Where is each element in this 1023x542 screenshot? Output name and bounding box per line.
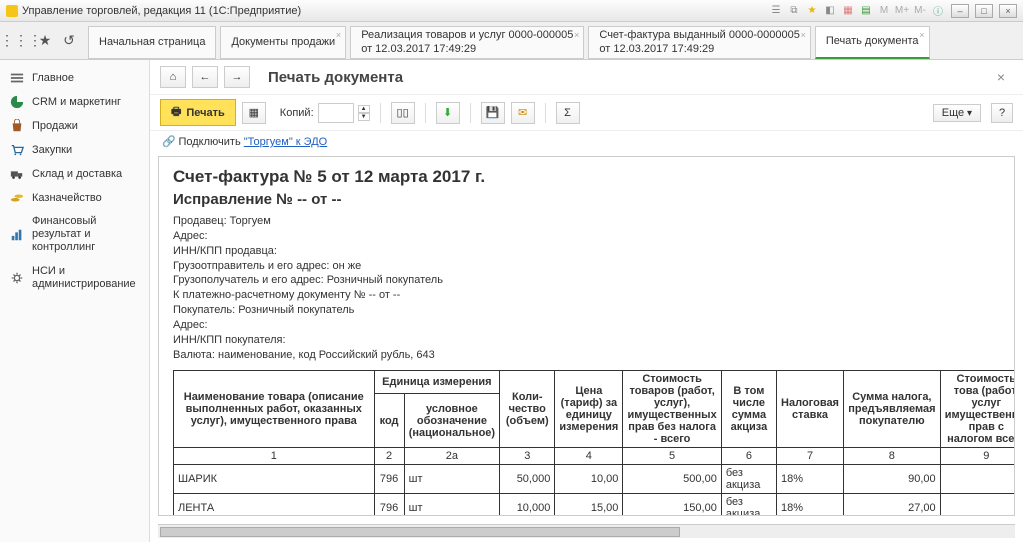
star-icon[interactable]: ★ — [805, 4, 819, 18]
titlebar: Управление торговлей, редакция 11 (1С:Пр… — [0, 0, 1023, 22]
print-button[interactable]: 🖶Печать — [160, 99, 236, 126]
spin-down[interactable]: ▼ — [358, 113, 370, 121]
toolbar: 🖶Печать ▦ Копий: ▲▼ ▯▯ ⬇ 💾 ✉ Σ Еще ▾ ? — [150, 94, 1023, 131]
export-button[interactable]: ⬇ — [436, 102, 460, 124]
copies-input[interactable] — [318, 103, 354, 123]
document-preview: Счет-фактура № 5 от 12 марта 2017 г. Исп… — [158, 156, 1015, 516]
tool-icon[interactable]: M- — [913, 4, 927, 18]
invoice-title: Счет-фактура № 5 от 12 марта 2017 г. — [173, 167, 1000, 187]
sidebar-item-sales[interactable]: Продажи — [0, 114, 149, 138]
tab-realiz[interactable]: Реализация товаров и услуг 0000-000005от… — [350, 26, 584, 59]
scrollbar-horizontal[interactable] — [158, 524, 1015, 538]
tab-print[interactable]: Печать документа× — [815, 26, 930, 59]
star-icon[interactable]: ★ — [36, 32, 54, 50]
tool-icon[interactable]: ⧉ — [787, 4, 801, 18]
preview-button[interactable]: ▦ — [242, 102, 266, 124]
app-icon — [6, 5, 18, 17]
apps-icon[interactable]: ⋮⋮⋮ — [12, 32, 30, 50]
sum-button[interactable]: Σ — [556, 102, 580, 124]
sidebar-item-purchase[interactable]: Закупки — [0, 138, 149, 162]
close-icon[interactable]: × — [336, 30, 341, 41]
sidebar-item-admin[interactable]: НСИ и администрирование — [0, 260, 149, 296]
sidebar-item-crm[interactable]: CRM и маркетинг — [0, 90, 149, 114]
history-icon[interactable]: ↺ — [60, 32, 78, 50]
tool-icon[interactable]: M — [877, 4, 891, 18]
tabstrip: ⋮⋮⋮ ★ ↺ Начальная страница Документы про… — [0, 22, 1023, 60]
tool-icon[interactable]: ⓘ — [931, 4, 945, 18]
tool-icon[interactable]: ▦ — [841, 4, 855, 18]
tab-home[interactable]: Начальная страница — [88, 26, 216, 59]
tool-icon[interactable]: ▤ — [859, 4, 873, 18]
sidebar-item-treasury[interactable]: Казначейство — [0, 186, 149, 210]
close-icon[interactable]: × — [801, 30, 806, 41]
correction-title: Исправление № -- от -- — [173, 191, 1000, 208]
invoice-table: Наименование товара (описание выполненны… — [173, 370, 1015, 516]
edo-link[interactable]: "Торгуем" к ЭДО — [244, 136, 327, 148]
tool-icon[interactable]: M+ — [895, 4, 909, 18]
more-button[interactable]: Еще ▾ — [933, 104, 981, 122]
table-row: ШАРИК796шт50,00010,00500,00без акциза18%… — [174, 465, 1016, 494]
sidebar-item-warehouse[interactable]: Склад и доставка — [0, 162, 149, 186]
forward-button[interactable]: → — [224, 66, 250, 88]
minimize-button[interactable]: – — [951, 4, 969, 18]
printer-icon: 🖶 — [171, 103, 181, 122]
invoice-meta: Продавец: Торгуем Адрес: ИНН/КПП продавц… — [173, 214, 1000, 362]
titlebar-tools: ☰ ⧉ ★ ◧ ▦ ▤ M M+ M- ⓘ – □ × — [769, 4, 1017, 18]
tab-docs[interactable]: Документы продажи× — [220, 26, 346, 59]
home-button[interactable]: ⌂ — [160, 66, 186, 88]
table-row: ЛЕНТА796шт10,00015,00150,00без акциза18%… — [174, 494, 1016, 516]
help-button[interactable]: ? — [991, 103, 1013, 123]
close-button[interactable]: × — [999, 4, 1017, 18]
tool-icon[interactable]: ☰ — [769, 4, 783, 18]
page-title: Печать документа — [268, 69, 403, 86]
spin-up[interactable]: ▲ — [358, 105, 370, 113]
close-icon[interactable]: × — [919, 30, 924, 41]
app-title: Управление торговлей, редакция 11 (1С:Пр… — [22, 5, 301, 17]
maximize-button[interactable]: □ — [975, 4, 993, 18]
layout-button[interactable]: ▯▯ — [391, 102, 415, 124]
sidebar-item-finance[interactable]: Финансовый результат и контроллинг — [0, 210, 149, 260]
mail-button[interactable]: ✉ — [511, 102, 535, 124]
sidebar-item-main[interactable]: Главное — [0, 66, 149, 90]
link-icon: 🔗 — [162, 136, 176, 148]
tool-icon[interactable]: ◧ — [823, 4, 837, 18]
save-button[interactable]: 💾 — [481, 102, 505, 124]
sidebar: Главное CRM и маркетинг Продажи Закупки … — [0, 60, 150, 542]
tab-invoice[interactable]: Счет-фактура выданный 0000-0000005от 12.… — [588, 26, 810, 59]
close-icon[interactable]: × — [997, 69, 1013, 85]
close-icon[interactable]: × — [574, 30, 579, 41]
copies-label: Копий: — [280, 107, 314, 119]
back-button[interactable]: ← — [192, 66, 218, 88]
